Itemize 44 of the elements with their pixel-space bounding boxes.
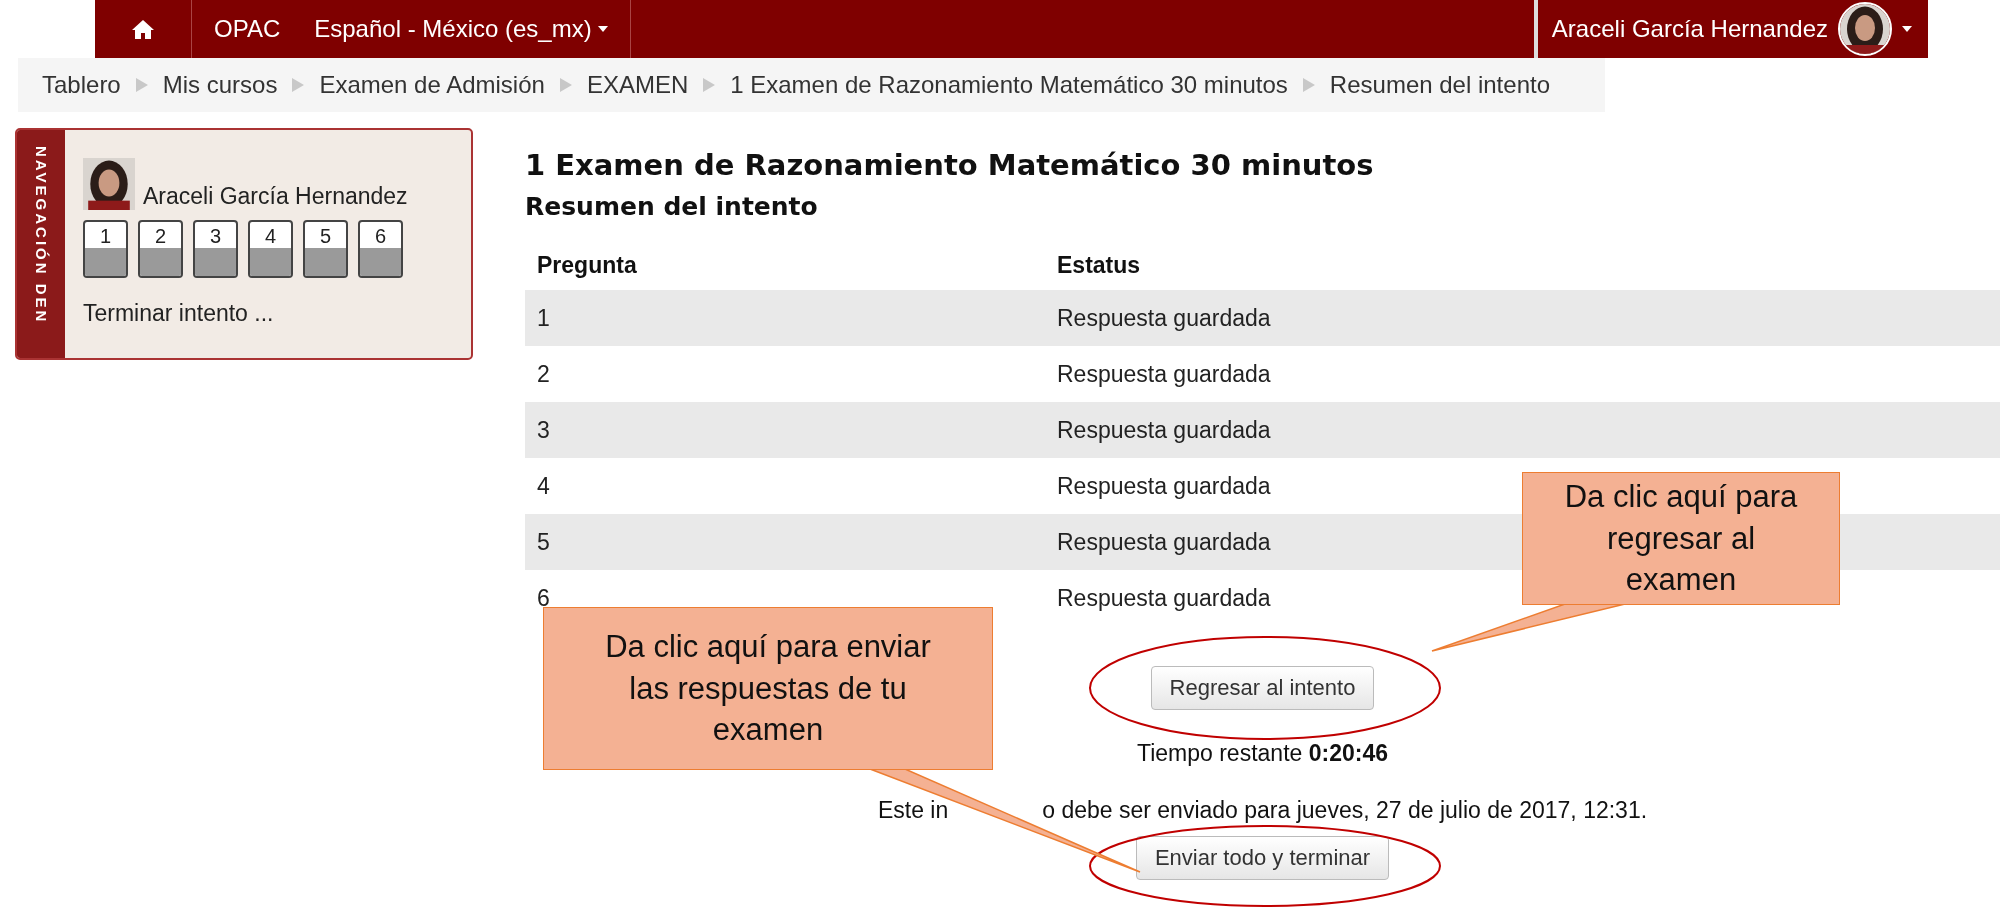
column-header: Estatus	[1045, 241, 2000, 290]
table-cell: 1	[537, 304, 550, 331]
table-cell: Respuesta guardada	[1057, 304, 1271, 331]
caret-icon	[597, 26, 608, 32]
home-icon	[132, 19, 154, 39]
table-cell: 2	[537, 360, 550, 387]
question-button[interactable]: 4	[248, 220, 293, 278]
table-cell: Respuesta guardada	[1057, 416, 1271, 443]
question-button[interactable]: 3	[193, 220, 238, 278]
separator-icon	[135, 78, 148, 92]
question-button[interactable]: 1	[83, 220, 128, 278]
block-title: NAVEGACIÓN DEN	[32, 145, 50, 327]
separator-icon	[703, 78, 716, 92]
breadcrumb-link[interactable]: EXAMEN	[586, 71, 689, 99]
due-date-text: o debe ser enviado para jueves, 27 de julio de 2017, 12:31.	[1042, 797, 1648, 824]
table-cell: Respuesta guardada	[1057, 360, 1271, 387]
column-header: Pregunta	[525, 241, 1045, 290]
finish-attempt-link[interactable]: Terminar intento ...	[83, 300, 408, 327]
question-button[interactable]: 5	[303, 220, 348, 278]
breadcrumb-link[interactable]: Examen de Admisión	[319, 71, 545, 99]
question-button[interactable]: 2	[138, 220, 183, 278]
table-cell: Respuesta guardada	[1057, 528, 1271, 555]
question-button[interactable]: 6	[358, 220, 403, 278]
separator-icon	[1302, 78, 1315, 92]
section-heading: Resumen del intento	[525, 192, 819, 221]
table-cell: Respuesta guardada	[1057, 584, 1271, 611]
due-date-text: Este in	[877, 797, 949, 824]
breadcrumb-link[interactable]: Tablero	[42, 71, 121, 99]
submit-button[interactable]: Enviar todo y terminar	[1135, 836, 1390, 880]
table-cell: 5	[537, 528, 550, 555]
time-remaining: Tiempo restante 0:20:46	[1137, 740, 1388, 767]
table-cell: 3	[537, 416, 550, 443]
nav-link[interactable]: OPAC	[192, 0, 301, 58]
table-cell: Respuesta guardada	[1057, 472, 1271, 499]
page-title: 1 Examen de Razonamiento Matemático 30 minutos	[525, 148, 1375, 182]
breadcrumb-link[interactable]: Resumen del intento	[1329, 71, 1550, 99]
caret-icon	[1902, 26, 1912, 32]
breadcrumb-link[interactable]: Mis cursos	[162, 71, 278, 99]
table-cell: 4	[537, 472, 550, 499]
return-button[interactable]: Regresar al intento	[1150, 666, 1375, 710]
separator-icon	[292, 78, 305, 92]
separator-icon	[559, 78, 572, 92]
breadcrumb-link[interactable]: 1 Examen de Razonamiento Matemático 30 minutos	[730, 71, 1288, 99]
user-name: Araceli García Hernandez	[143, 183, 408, 210]
